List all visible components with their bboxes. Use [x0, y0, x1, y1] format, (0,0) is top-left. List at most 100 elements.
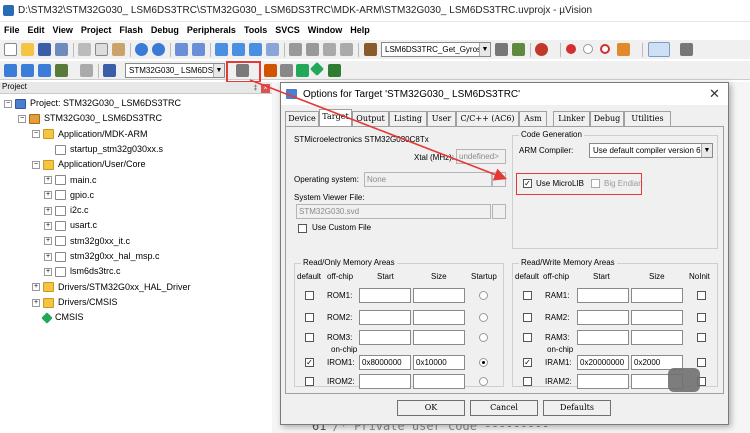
- ram-default-checkbox[interactable]: [523, 377, 532, 386]
- memory-size-input[interactable]: [413, 330, 465, 345]
- close-icon[interactable]: ×: [261, 84, 270, 93]
- browse-button[interactable]: [492, 204, 506, 219]
- startup-radio[interactable]: [479, 377, 488, 386]
- tools-wrench-icon[interactable]: [680, 43, 693, 56]
- tab-user[interactable]: User: [427, 111, 456, 126]
- ok-button[interactable]: OK: [397, 400, 465, 416]
- arm-compiler-select[interactable]: Use default compiler version 6 ▼: [589, 143, 713, 158]
- undo-icon[interactable]: [135, 43, 148, 56]
- next-bookmark-icon[interactable]: [249, 43, 262, 56]
- tree-item[interactable]: + gpio.c: [44, 188, 94, 202]
- xtal-input[interactable]: undefined>: [456, 149, 506, 164]
- translate-icon[interactable]: [4, 64, 17, 77]
- startup-radio[interactable]: [479, 333, 488, 342]
- memory-start-input[interactable]: [359, 330, 411, 345]
- build-icon[interactable]: [21, 64, 34, 77]
- batch-build-icon[interactable]: [55, 64, 68, 77]
- tab-c-cpp[interactable]: C/C++ (AC6): [456, 111, 519, 126]
- defaults-button[interactable]: Defaults: [543, 400, 611, 416]
- nav-back-icon[interactable]: [175, 43, 188, 56]
- expand-icon[interactable]: +: [44, 237, 52, 246]
- tree-item[interactable]: + usart.c: [44, 218, 97, 232]
- ram-default-checkbox[interactable]: [523, 291, 532, 300]
- rom-default-checkbox[interactable]: [305, 377, 314, 386]
- expand-icon[interactable]: +: [44, 176, 52, 185]
- memory-start-input[interactable]: [577, 288, 629, 303]
- noinit-checkbox[interactable]: [697, 313, 706, 322]
- close-icon[interactable]: ✕: [709, 86, 720, 102]
- tree-item[interactable]: + Drivers/STM32G0xx_HAL_Driver: [32, 280, 191, 294]
- memory-start-input[interactable]: [577, 374, 629, 389]
- tab-asm[interactable]: Asm: [519, 111, 547, 126]
- rom-default-checkbox[interactable]: [305, 291, 314, 300]
- chevron-down-icon[interactable]: [492, 172, 506, 187]
- memory-size-input[interactable]: [631, 288, 683, 303]
- rom-default-checkbox[interactable]: [305, 333, 314, 342]
- rebuild-icon[interactable]: [38, 64, 51, 77]
- tree-item[interactable]: − Application/MDK-ARM: [32, 127, 148, 141]
- menu-help[interactable]: Help: [346, 22, 374, 35]
- memory-size-input[interactable]: [413, 374, 465, 389]
- memory-start-input[interactable]: [577, 310, 629, 325]
- paste-icon[interactable]: [112, 43, 125, 56]
- ram-default-checkbox[interactable]: [523, 333, 532, 342]
- collapse-icon[interactable]: −: [4, 99, 12, 108]
- manage-project-icon[interactable]: [280, 64, 293, 77]
- menu-svcs[interactable]: SVCS: [271, 22, 304, 35]
- menu-flash[interactable]: Flash: [115, 22, 147, 35]
- collapse-icon[interactable]: −: [32, 160, 40, 169]
- tab-target[interactable]: Target: [319, 109, 352, 126]
- tree-item[interactable]: startup_stm32g030xx.s: [44, 142, 163, 156]
- expand-icon[interactable]: +: [44, 191, 52, 200]
- memory-start-input[interactable]: [577, 330, 629, 345]
- use-custom-file-checkbox[interactable]: [298, 224, 307, 233]
- menu-project[interactable]: Project: [77, 22, 116, 35]
- find-icon[interactable]: [495, 43, 508, 56]
- cut-icon[interactable]: [78, 43, 91, 56]
- memory-start-input[interactable]: 0x8000000: [359, 355, 411, 370]
- comment-icon[interactable]: [323, 43, 336, 56]
- file-extensions-icon[interactable]: [264, 64, 277, 77]
- expand-icon[interactable]: +: [44, 222, 52, 231]
- memory-size-input[interactable]: [413, 310, 465, 325]
- ram-default-checkbox[interactable]: ✓: [523, 358, 532, 367]
- incremental-find-icon[interactable]: [512, 43, 525, 56]
- nav-forward-icon[interactable]: [192, 43, 205, 56]
- unindent-icon[interactable]: [306, 43, 319, 56]
- tab-listing[interactable]: Listing: [389, 111, 427, 126]
- window-layout-icon[interactable]: [648, 42, 670, 57]
- clear-bookmarks-icon[interactable]: [266, 43, 279, 56]
- tab-device[interactable]: Device: [285, 111, 319, 126]
- system-viewer-input[interactable]: STM32G030.svd: [296, 204, 491, 219]
- memory-start-input[interactable]: [359, 374, 411, 389]
- cancel-button[interactable]: Cancel: [470, 400, 538, 416]
- collapse-icon[interactable]: −: [18, 114, 26, 123]
- open-folder-icon[interactable]: [21, 43, 34, 56]
- expand-icon[interactable]: +: [32, 283, 40, 292]
- tree-item[interactable]: + i2c.c: [44, 203, 89, 217]
- pack-installer-icon[interactable]: [309, 61, 325, 77]
- tree-item[interactable]: + lsm6ds3trc.c: [44, 264, 121, 278]
- tree-item[interactable]: − Application/User/Core: [32, 157, 146, 171]
- tab-linker[interactable]: Linker: [553, 111, 590, 126]
- menu-window[interactable]: Window: [304, 22, 346, 35]
- new-file-icon[interactable]: [4, 43, 17, 56]
- bookmark-icon[interactable]: [215, 43, 228, 56]
- memory-size-input[interactable]: [413, 288, 465, 303]
- target-combo[interactable]: LSM6DS3TRC_Get_Gyrosco ▼: [381, 42, 491, 57]
- tab-debug[interactable]: Debug: [590, 111, 624, 126]
- disable-breakpoint-icon[interactable]: [583, 44, 593, 54]
- project-target-combo[interactable]: STM32G030_ LSM6DS3TF ▼: [125, 63, 225, 78]
- uncomment-icon[interactable]: [340, 43, 353, 56]
- prev-bookmark-icon[interactable]: [232, 43, 245, 56]
- download-icon[interactable]: [103, 64, 116, 77]
- menu-tools[interactable]: Tools: [240, 22, 271, 35]
- collapse-icon[interactable]: −: [32, 130, 40, 139]
- tree-item[interactable]: − STM32G030_ LSM6DS3TRC: [18, 111, 162, 125]
- memory-start-input[interactable]: [359, 288, 411, 303]
- debug-session-icon[interactable]: [535, 43, 548, 56]
- memory-size-input[interactable]: [631, 310, 683, 325]
- pin-icon[interactable]: ‡: [251, 84, 260, 93]
- tree-item[interactable]: + Drivers/CMSIS: [32, 295, 118, 309]
- redo-icon[interactable]: [152, 43, 165, 56]
